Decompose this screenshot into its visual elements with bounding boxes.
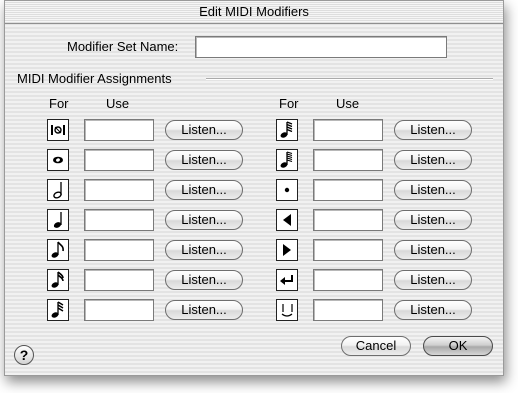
left-row-6-listen-button[interactable]: Listen... bbox=[165, 270, 243, 290]
sixty-fourth-note-icon bbox=[280, 121, 294, 139]
edit-midi-modifiers-dialog: Edit MIDI Modifiers Modifier Set Name: M… bbox=[4, 0, 504, 376]
left-row-1-for-icon-box bbox=[47, 119, 69, 141]
modifier-set-name-input[interactable] bbox=[195, 36, 447, 58]
left-row-3-for-icon-box bbox=[47, 179, 69, 201]
right-row-5-use-field[interactable] bbox=[313, 239, 383, 261]
sixteenth-note-icon bbox=[51, 271, 65, 289]
right-row-7-listen-button[interactable]: Listen... bbox=[394, 300, 472, 320]
cancel-button[interactable]: Cancel bbox=[341, 336, 411, 356]
right-row-3-for-icon-box bbox=[276, 179, 298, 201]
right-row-3-use-field[interactable] bbox=[313, 179, 383, 201]
left-row-3-listen-button[interactable]: Listen... bbox=[165, 180, 243, 200]
left-use-header: Use bbox=[106, 96, 130, 111]
left-for-header: For bbox=[49, 96, 69, 111]
right-row-7-use-field[interactable] bbox=[313, 299, 383, 321]
left-row-2-listen-button[interactable]: Listen... bbox=[165, 150, 243, 170]
group-title: MIDI Modifier Assignments bbox=[17, 71, 172, 86]
ok-button[interactable]: OK bbox=[423, 336, 493, 356]
left-row-5-listen-button[interactable]: Listen... bbox=[165, 240, 243, 260]
right-row-1-use-field[interactable] bbox=[313, 119, 383, 141]
right-row-6-listen-button[interactable]: Listen... bbox=[394, 270, 472, 290]
window-title: Edit MIDI Modifiers bbox=[5, 1, 503, 24]
left-row-7-use-field[interactable] bbox=[84, 299, 154, 321]
all-notes-icon bbox=[50, 124, 66, 136]
help-button[interactable]: ? bbox=[14, 345, 34, 365]
right-row-5-for-icon-box bbox=[276, 239, 298, 261]
step-back-icon bbox=[280, 213, 294, 227]
right-row-1-listen-button[interactable]: Listen... bbox=[394, 120, 472, 140]
one-twenty-eighth-note-icon bbox=[280, 151, 294, 169]
left-row-6-for-icon-box bbox=[47, 269, 69, 291]
right-row-4-use-field[interactable] bbox=[313, 209, 383, 231]
left-row-2-for-icon-box bbox=[47, 149, 69, 171]
dot-icon bbox=[282, 185, 292, 195]
whole-note-icon bbox=[51, 155, 65, 165]
right-row-5-listen-button[interactable]: Listen... bbox=[394, 240, 472, 260]
left-row-4-listen-button[interactable]: Listen... bbox=[165, 210, 243, 230]
modifier-set-name-label: Modifier Set Name: bbox=[67, 39, 179, 54]
left-row-5-for-icon-box bbox=[47, 239, 69, 261]
left-row-5-use-field[interactable] bbox=[84, 239, 154, 261]
left-row-7-for-icon-box bbox=[47, 299, 69, 321]
right-row-4-for-icon-box bbox=[276, 209, 298, 231]
right-row-2-use-field[interactable] bbox=[313, 149, 383, 171]
half-note-icon bbox=[51, 181, 65, 199]
right-row-1-for-icon-box bbox=[276, 119, 298, 141]
left-row-7-listen-button[interactable]: Listen... bbox=[165, 300, 243, 320]
eighth-note-icon bbox=[51, 241, 65, 259]
right-row-2-listen-button[interactable]: Listen... bbox=[394, 150, 472, 170]
left-row-3-use-field[interactable] bbox=[84, 179, 154, 201]
tie-icon bbox=[279, 302, 295, 318]
left-row-1-use-field[interactable] bbox=[84, 119, 154, 141]
right-row-6-for-icon-box bbox=[276, 269, 298, 291]
right-row-3-listen-button[interactable]: Listen... bbox=[394, 180, 472, 200]
quarter-note-icon bbox=[51, 211, 65, 229]
thirty-second-note-icon bbox=[51, 301, 65, 319]
left-row-4-for-icon-box bbox=[47, 209, 69, 231]
return-icon bbox=[279, 273, 295, 287]
right-row-2-for-icon-box bbox=[276, 149, 298, 171]
left-row-6-use-field[interactable] bbox=[84, 269, 154, 291]
left-row-4-use-field[interactable] bbox=[84, 209, 154, 231]
right-for-header: For bbox=[279, 96, 299, 111]
left-row-2-use-field[interactable] bbox=[84, 149, 154, 171]
right-row-6-use-field[interactable] bbox=[313, 269, 383, 291]
right-row-7-for-icon-box bbox=[276, 299, 298, 321]
right-row-4-listen-button[interactable]: Listen... bbox=[394, 210, 472, 230]
left-row-1-listen-button[interactable]: Listen... bbox=[165, 120, 243, 140]
right-use-header: Use bbox=[336, 96, 360, 111]
step-forward-icon bbox=[280, 243, 294, 257]
group-divider bbox=[206, 78, 493, 80]
